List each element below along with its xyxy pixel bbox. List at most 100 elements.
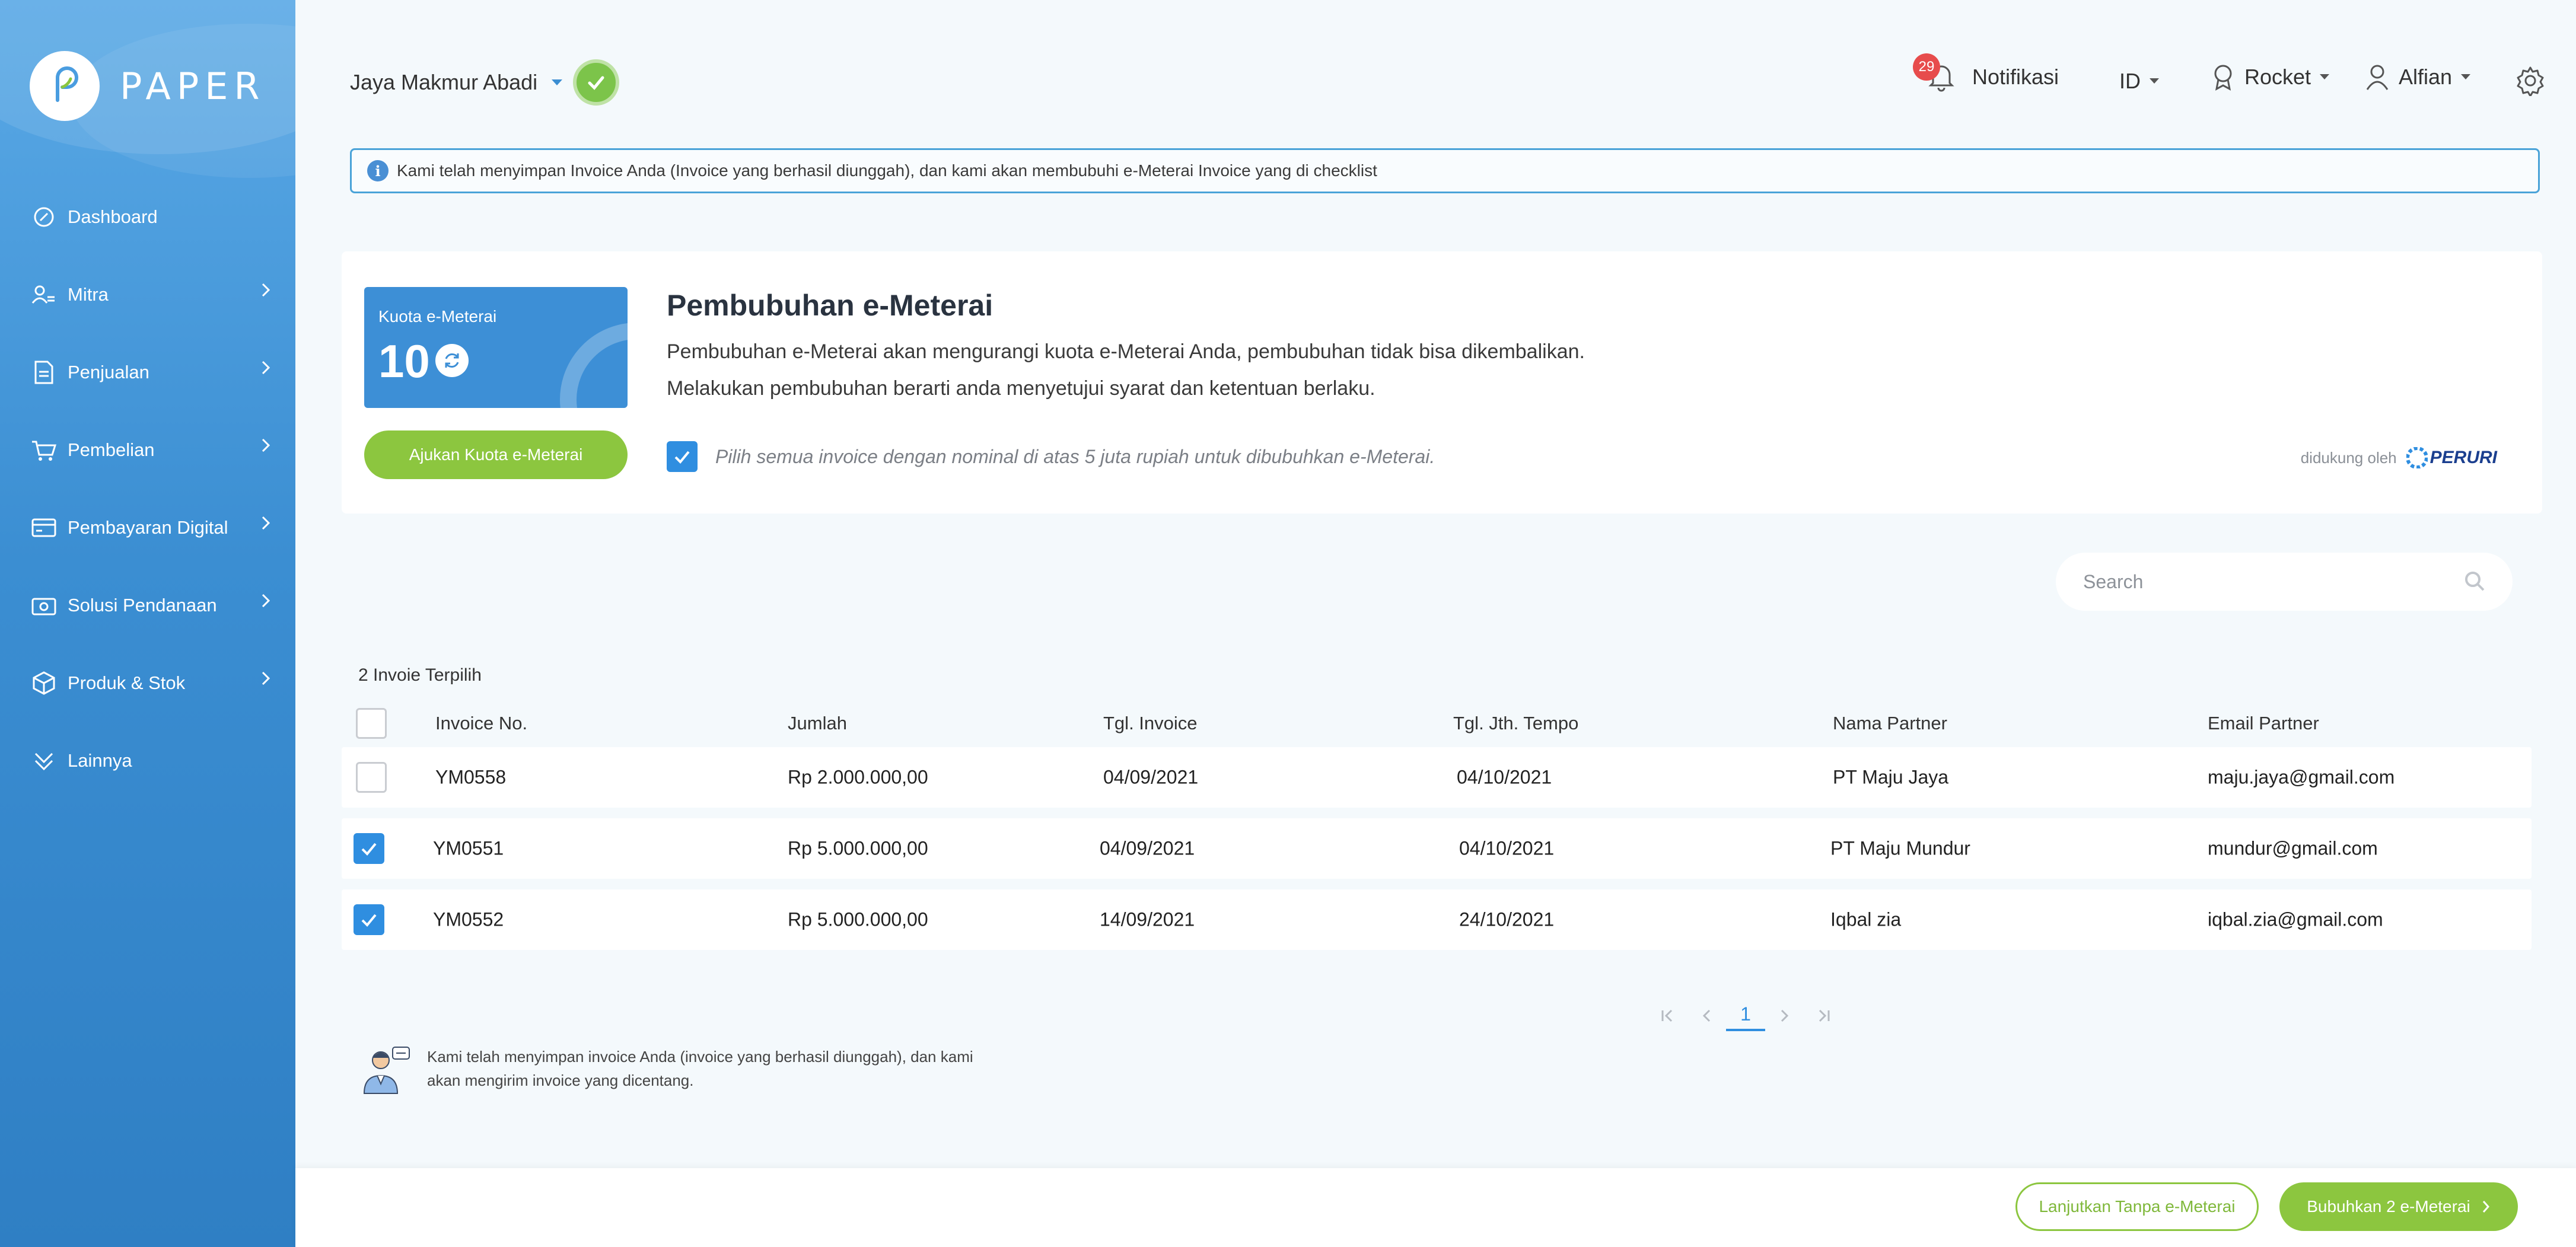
box-icon bbox=[31, 670, 57, 696]
sidebar-item-label: Pembayaran Digital bbox=[68, 516, 228, 538]
table-row[interactable]: YM0552 Rp 5.000.000,00 14/09/2021 24/10/… bbox=[342, 889, 2532, 950]
checkmark-icon bbox=[361, 914, 377, 927]
apply-emeterai-button[interactable]: Bubuhkan 2 e-Meterai bbox=[2279, 1182, 2518, 1231]
bell-icon: 29 bbox=[1913, 53, 1959, 95]
peruri-logo: PERURI bbox=[2406, 447, 2497, 468]
sidebar-item-solusi-pendanaan[interactable]: Solusi Pendanaan bbox=[0, 566, 295, 644]
funding-icon bbox=[31, 592, 57, 618]
company-name: Jaya Makmur Abadi bbox=[350, 70, 538, 94]
partner-name: PT Maju Mundur bbox=[1830, 837, 1970, 859]
sidebar-nav: Dashboard Mitra Penjualan Pembelian Pemb… bbox=[0, 178, 295, 799]
language-selector[interactable]: ID bbox=[2119, 69, 2160, 94]
last-page-icon[interactable] bbox=[1804, 1006, 1843, 1028]
logo-text: PAPER bbox=[120, 64, 266, 108]
plan-label: Rocket bbox=[2244, 65, 2311, 89]
row-checkbox[interactable] bbox=[356, 762, 387, 793]
language-label: ID bbox=[2119, 69, 2141, 93]
header-checkbox[interactable] bbox=[356, 708, 387, 739]
page-number[interactable]: 1 bbox=[1726, 1003, 1765, 1031]
dashboard-icon bbox=[31, 204, 57, 230]
checkmark-icon bbox=[361, 843, 377, 856]
support-agent-icon bbox=[363, 1047, 410, 1094]
due-date: 04/10/2021 bbox=[1457, 766, 1552, 788]
sidebar-item-label: Mitra bbox=[68, 283, 109, 305]
bottom-action-bar: Lanjutkan Tanpa e-Meterai Bubuhkan 2 e-M… bbox=[295, 1168, 2576, 1247]
top-header: Jaya Makmur Abadi 29 Notifikasi ID Rocke… bbox=[295, 0, 2576, 142]
invoice-date: 04/09/2021 bbox=[1100, 837, 1195, 859]
refresh-icon[interactable] bbox=[435, 344, 469, 377]
row-checkbox[interactable] bbox=[354, 833, 384, 864]
user-name: Alfian bbox=[2399, 65, 2453, 89]
sidebar-item-label: Pembelian bbox=[68, 439, 155, 460]
search-icon[interactable] bbox=[2463, 569, 2486, 593]
sidebar-item-lainnya[interactable]: Lainnya bbox=[0, 722, 295, 799]
user-menu[interactable]: Alfian bbox=[2365, 63, 2471, 91]
document-icon bbox=[31, 359, 57, 385]
main-content: Jaya Makmur Abadi 29 Notifikasi ID Rocke… bbox=[295, 0, 2576, 1247]
sidebar: PAPER Dashboard Mitra Penjualan Pembelia… bbox=[0, 0, 295, 1247]
supported-by: didukung oleh PERURI bbox=[2301, 447, 2497, 468]
chevron-right-icon bbox=[262, 594, 270, 608]
peruri-logo-text: PERURI bbox=[2429, 448, 2497, 467]
due-date: 24/10/2021 bbox=[1459, 908, 1555, 930]
column-header: Jumlah bbox=[788, 713, 847, 733]
invoice-no: YM0552 bbox=[433, 908, 504, 930]
sidebar-item-label: Produk & Stok bbox=[68, 672, 186, 693]
sidebar-item-label: Solusi Pendanaan bbox=[68, 594, 217, 615]
company-selector[interactable]: Jaya Makmur Abadi bbox=[350, 70, 563, 95]
sidebar-item-dashboard[interactable]: Dashboard bbox=[0, 178, 295, 256]
more-icon bbox=[31, 748, 57, 774]
invoice-table: Invoice No. Jumlah Tgl. Invoice Tgl. Jth… bbox=[342, 700, 2532, 961]
first-page-icon[interactable] bbox=[1648, 1006, 1687, 1028]
chevron-right-icon bbox=[262, 361, 270, 375]
sidebar-item-pembelian[interactable]: Pembelian bbox=[0, 411, 295, 489]
quota-decoration bbox=[560, 323, 628, 408]
next-page-icon[interactable] bbox=[1765, 1006, 1804, 1028]
invoice-no: YM0551 bbox=[433, 837, 504, 859]
sidebar-item-penjualan[interactable]: Penjualan bbox=[0, 333, 295, 411]
partner-email: iqbal.zia@gmail.com bbox=[2208, 908, 2383, 930]
row-checkbox[interactable] bbox=[354, 904, 384, 935]
column-header: Tgl. Jth. Tempo bbox=[1453, 713, 1579, 733]
sidebar-item-produk-stok[interactable]: Produk & Stok bbox=[0, 644, 295, 722]
search-input[interactable] bbox=[2083, 570, 2451, 593]
continue-without-emeterai-button[interactable]: Lanjutkan Tanpa e-Meterai bbox=[2015, 1182, 2259, 1231]
card-description: Pembubuhan e-Meterai akan mengurangi kuo… bbox=[667, 340, 1585, 363]
table-row[interactable]: YM0551 Rp 5.000.000,00 04/09/2021 04/10/… bbox=[342, 818, 2532, 879]
partner-name: PT Maju Jaya bbox=[1833, 766, 1949, 788]
plan-selector[interactable]: Rocket bbox=[2211, 63, 2330, 91]
emeterai-card: Kuota e-Meterai 10 Ajukan Kuota e-Metera… bbox=[342, 251, 2542, 514]
apply-emeterai-label: Bubuhkan 2 e-Meterai bbox=[2307, 1197, 2470, 1216]
table-row[interactable]: YM0558 Rp 2.000.000,00 04/09/2021 04/10/… bbox=[342, 747, 2532, 808]
chevron-right-icon bbox=[262, 516, 270, 530]
request-quota-button[interactable]: Ajukan Kuota e-Meterai bbox=[364, 430, 628, 479]
gear-icon[interactable] bbox=[2515, 65, 2546, 97]
caret-down-icon bbox=[2461, 74, 2471, 79]
sidebar-item-pembayaran-digital[interactable]: Pembayaran Digital bbox=[0, 489, 295, 566]
sidebar-item-mitra[interactable]: Mitra bbox=[0, 256, 295, 333]
column-header: Email Partner bbox=[2208, 713, 2319, 733]
column-header: Tgl. Invoice bbox=[1103, 713, 1198, 733]
partner-name: Iqbal zia bbox=[1830, 908, 1902, 930]
notifications-button[interactable]: 29 Notifikasi bbox=[1913, 53, 2059, 95]
invoice-no: YM0558 bbox=[435, 766, 507, 788]
app-logo[interactable]: PAPER bbox=[30, 51, 265, 121]
caret-down-icon bbox=[552, 79, 563, 85]
prev-page-icon[interactable] bbox=[1687, 1006, 1726, 1028]
select-all-checkbox[interactable] bbox=[667, 441, 698, 472]
invoice-amount: Rp 5.000.000,00 bbox=[788, 908, 928, 930]
partner-email: maju.jaya@gmail.com bbox=[2208, 766, 2395, 788]
invoice-date: 14/09/2021 bbox=[1100, 908, 1195, 930]
quota-title: Kuota e-Meterai bbox=[378, 307, 497, 326]
invoice-amount: Rp 2.000.000,00 bbox=[788, 766, 928, 788]
table-header: Invoice No. Jumlah Tgl. Invoice Tgl. Jth… bbox=[342, 700, 2532, 747]
chevron-right-icon bbox=[262, 438, 270, 452]
supported-by-label: didukung oleh bbox=[2300, 448, 2397, 467]
info-icon: i bbox=[367, 160, 389, 181]
due-date: 04/10/2021 bbox=[1459, 837, 1555, 859]
quota-value: 10 bbox=[378, 335, 430, 387]
quota-box: Kuota e-Meterai 10 bbox=[364, 287, 628, 408]
chevron-right-icon bbox=[262, 671, 270, 685]
sidebar-item-label: Penjualan bbox=[68, 361, 149, 382]
logo-mark-icon bbox=[30, 51, 100, 121]
